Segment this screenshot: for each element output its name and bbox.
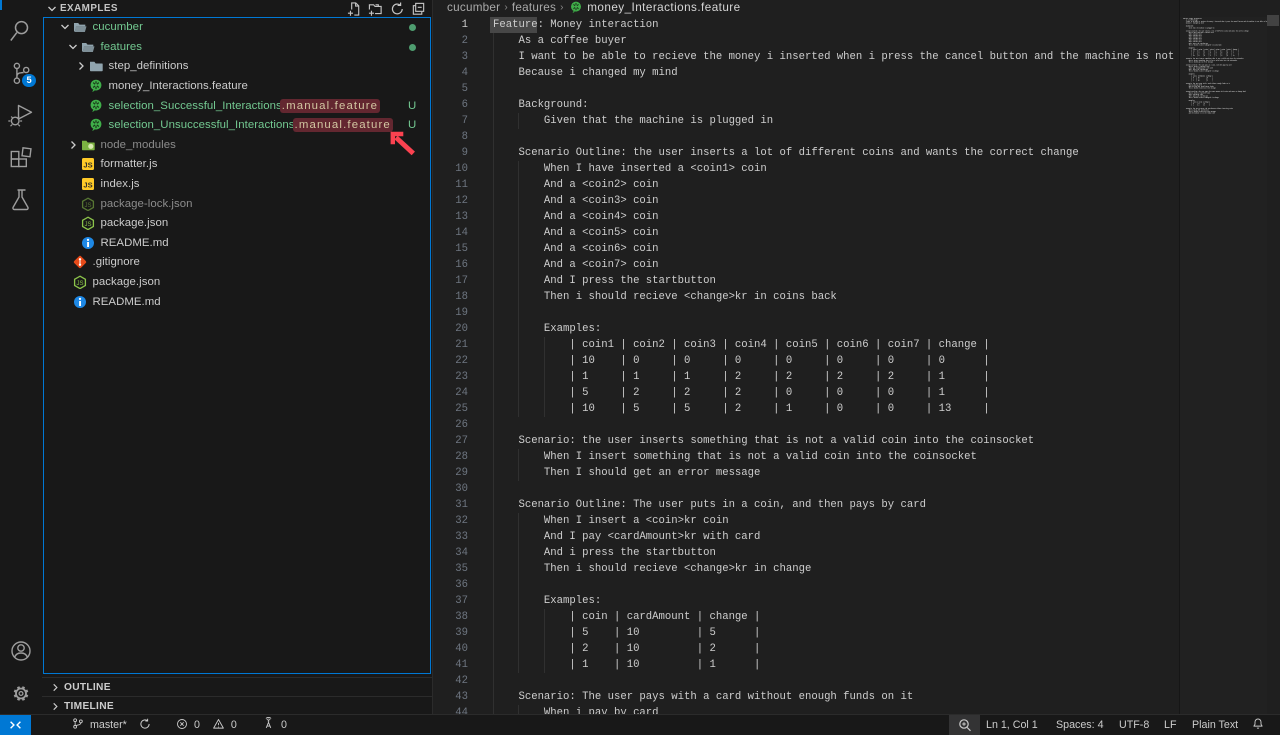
svg-text:JS: JS [84,202,91,208]
svg-text:JS: JS [76,281,83,287]
svg-text:JS: JS [84,222,91,228]
svg-text:JS: JS [83,161,92,170]
svg-text:JS: JS [83,181,92,190]
